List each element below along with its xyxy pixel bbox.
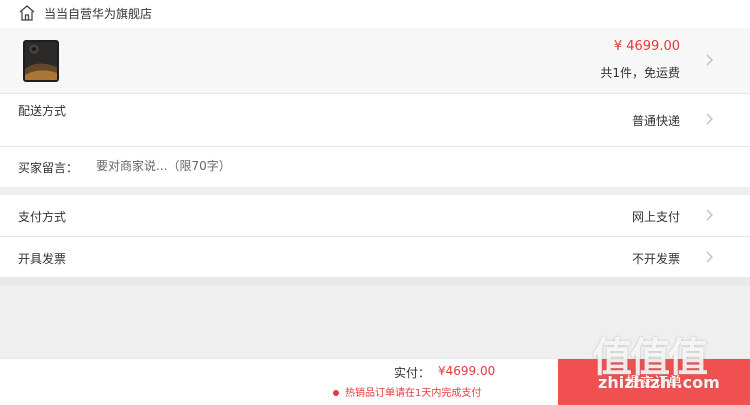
invoice-label: 开具发票 [18,252,67,266]
message-input[interactable] [96,156,476,176]
invoice-value: 不开发票 [631,252,680,266]
store-icon [18,4,36,22]
payment-notice: 热销品订单请在1天内完成支付 [333,384,481,399]
payment-method-row[interactable]: 支付方式 网上支付 [0,195,750,236]
alert-dot-icon [333,390,339,396]
buyer-message-row: 买家留言： [0,147,750,187]
store-header[interactable]: 当当自营华为旗舰店 [0,0,750,28]
delivery-method-row[interactable]: 配送方式 普通快递 [0,94,750,146]
chevron-right-icon [698,204,720,226]
chevron-right-icon [698,246,720,268]
message-label: 买家留言： [18,161,79,175]
product-count-shipping: 共1件，免运费 [600,66,680,80]
product-item[interactable]: ¥ 4699.00 共1件，免运费 [0,28,750,93]
checkout-footer: 实付： ¥4699.00 热销品订单请在1天内完成支付 提交订单 [0,358,750,405]
submit-order-button[interactable]: 提交订单 [558,359,750,405]
store-name: 当当自营华为旗舰店 [44,7,153,21]
chevron-right-icon [698,49,720,71]
pay-label: 实付： [394,366,431,380]
invoice-row[interactable]: 开具发票 不开发票 [0,237,750,277]
payment-value: 网上支付 [631,210,680,224]
phone-thumbnail [22,39,60,83]
chevron-right-icon [698,108,720,130]
delivery-label: 配送方式 [18,104,67,118]
notice-text: 热销品订单请在1天内完成支付 [345,388,482,399]
pay-amount: ¥4699.00 [438,364,496,378]
empty-area [0,277,750,358]
payment-label: 支付方式 [18,210,67,224]
delivery-value: 普通快递 [631,114,680,128]
product-price: ¥ 4699.00 [613,39,680,54]
section-gap [0,187,750,195]
